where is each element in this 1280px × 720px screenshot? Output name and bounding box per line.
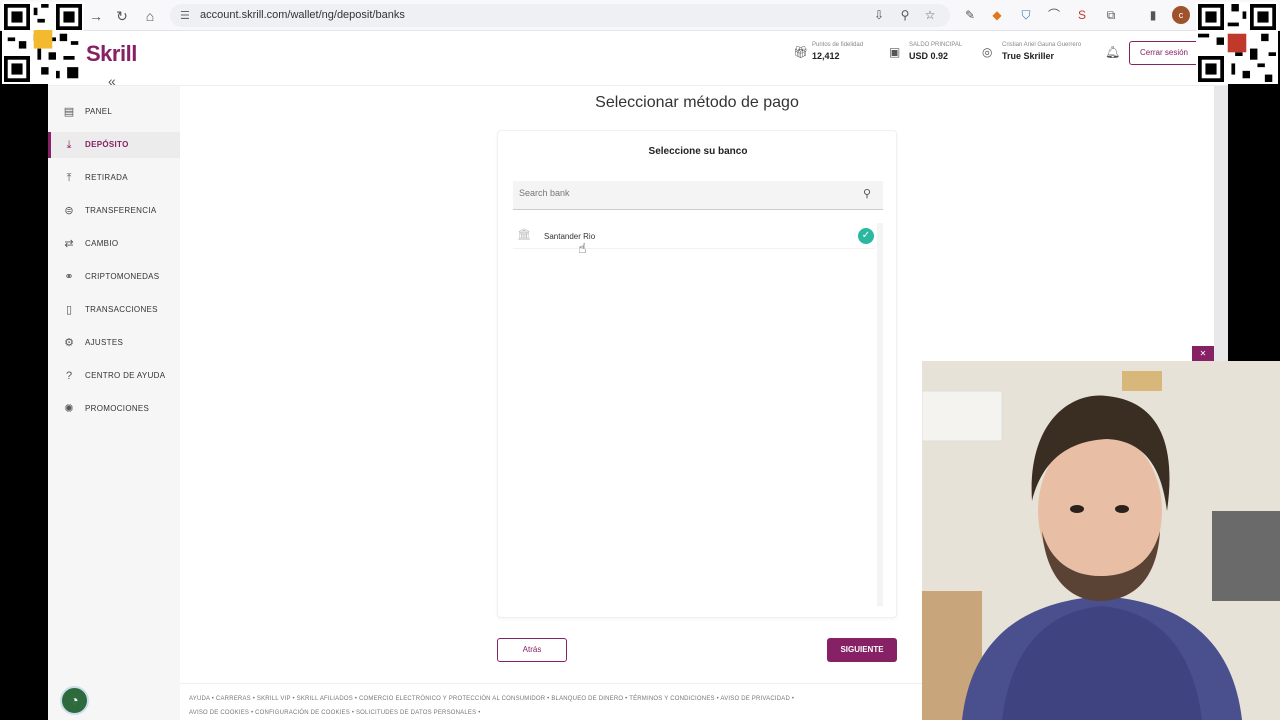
settings-icon: ⚙ bbox=[64, 337, 74, 349]
sidebar-item-label: CRIPTOMONEDAS bbox=[85, 272, 160, 281]
bookmark-star-icon[interactable]: ☆ bbox=[921, 6, 939, 24]
metamask-extension-icon[interactable]: ◆ bbox=[988, 6, 1006, 24]
sidebar-item-panel[interactable]: ▤ PANEL bbox=[48, 99, 180, 125]
balance-label: SALDO PRINCIPAL bbox=[909, 42, 963, 48]
main-balance[interactable]: SALDO PRINCIPAL USD 0.92 bbox=[909, 42, 962, 61]
panel-icon: ▤ bbox=[63, 106, 75, 118]
qr-code-right bbox=[1196, 2, 1278, 84]
pen-extension-icon[interactable]: ✎ bbox=[961, 6, 979, 24]
loyalty-points[interactable]: Puntos de fidelidad 12,412 bbox=[812, 42, 863, 61]
page-title: Seleccionar método de pago bbox=[595, 94, 799, 111]
crypto-icon: ⚭ bbox=[64, 271, 74, 283]
check-icon: ✓ bbox=[858, 228, 874, 244]
sidebar-item-crypto[interactable]: ⚭ CRIPTOMONEDAS bbox=[48, 264, 180, 290]
screen: → ↻ ⌂ ☰ account.skrill.com/wallet/ng/dep… bbox=[0, 0, 1280, 720]
footer-links-row[interactable]: AVISO DE COOKIES • CONFIGURACIÓN DE COOK… bbox=[189, 710, 481, 716]
qr-code-left bbox=[2, 2, 84, 84]
balance-value: USD 0.92 bbox=[909, 51, 949, 61]
sidebar-item-transactions[interactable]: ▯ TRANSACCIONES bbox=[48, 297, 180, 323]
video-border-left bbox=[0, 31, 48, 720]
bank-icon: 🏛︎ bbox=[517, 229, 531, 241]
home-icon[interactable]: ⌂ bbox=[140, 6, 160, 26]
sidebar-item-label: PANEL bbox=[85, 107, 113, 116]
user-menu[interactable]: Cristian Ariel Gauna Guerrero True Skril… bbox=[1002, 42, 1081, 61]
bank-list-item[interactable]: 🏛︎ Santander Rio ✓ bbox=[513, 223, 875, 249]
loyalty-label: Puntos de fidelidad bbox=[812, 42, 864, 48]
install-icon[interactable]: ⇩ bbox=[870, 6, 888, 24]
bell-icon[interactable]: 🔔︎ bbox=[1105, 45, 1120, 59]
skrill-logo[interactable]: Skrill bbox=[86, 41, 137, 67]
loyalty-value: 12,412 bbox=[812, 51, 840, 61]
arc-extension-icon[interactable]: ⌒ bbox=[1045, 6, 1063, 24]
page-scrollbar[interactable] bbox=[1214, 86, 1228, 361]
site-info-icon[interactable]: ☰ bbox=[180, 9, 190, 22]
chat-tab[interactable]: ✕ bbox=[1192, 346, 1214, 362]
qr-pattern-left bbox=[4, 4, 82, 82]
search-icon[interactable]: ⚲ bbox=[863, 187, 871, 200]
webcam-overlay bbox=[922, 361, 1280, 720]
sidebar-item-label: RETIRADA bbox=[85, 173, 128, 182]
back-button[interactable]: Atrás bbox=[497, 638, 567, 662]
sidebar: ▤ PANEL ⤓ DEPÓSITO ⤒ RETIRADA ⊜ TRANSFER… bbox=[48, 86, 180, 720]
sidebar-item-help[interactable]: ? CENTRO DE AYUDA bbox=[48, 363, 180, 389]
card-title: Seleccione su banco bbox=[648, 146, 748, 157]
exchange-icon: ⇄ bbox=[64, 238, 74, 250]
sidebar-item-label: DEPÓSITO bbox=[85, 140, 129, 149]
browser-toolbar: → ↻ ⌂ ☰ account.skrill.com/wallet/ng/dep… bbox=[0, 0, 1280, 31]
user-full-name: Cristian Ariel Gauna Guerrero bbox=[1002, 42, 1082, 48]
withdraw-icon: ⤒ bbox=[66, 172, 72, 184]
gift-icon: 🎁︎ bbox=[793, 45, 809, 59]
user-tier: True Skriller bbox=[1002, 51, 1055, 61]
bank-select-card: Seleccione su banco ⚲ 🏛︎ Santander Rio ✓ bbox=[497, 130, 897, 618]
forward-icon[interactable]: → bbox=[86, 6, 106, 26]
hand-cursor-icon: ☝ bbox=[578, 240, 587, 256]
footer-links-row[interactable]: AYUDA • CARRERAS • SKRILL VIP • SKRILL A… bbox=[189, 696, 794, 702]
s-extension-icon[interactable]: S bbox=[1073, 6, 1091, 24]
sidebar-item-transfer[interactable]: ⊜ TRANSFERENCIA bbox=[48, 198, 180, 224]
sidebar-item-label: CAMBIO bbox=[85, 239, 119, 248]
logout-button[interactable]: Cerrar sesión bbox=[1129, 41, 1199, 65]
sidebar-item-promotions[interactable]: ✺ PROMOCIONES bbox=[48, 396, 180, 422]
sidebar-item-label: AJUSTES bbox=[85, 338, 124, 347]
sidebar-toggle-icon[interactable]: ▮ bbox=[1144, 6, 1162, 24]
qr-pattern-right bbox=[1198, 4, 1276, 82]
sidebar-item-label: TRANSACCIONES bbox=[85, 305, 158, 314]
promotions-icon: ✺ bbox=[64, 403, 74, 415]
sidebar-item-settings[interactable]: ⚙ AJUSTES bbox=[48, 330, 180, 356]
transfer-icon: ⊜ bbox=[64, 205, 74, 217]
wallet-icon: ▣ bbox=[889, 45, 901, 59]
sidebar-item-exchange[interactable]: ⇄ CAMBIO bbox=[48, 231, 180, 257]
next-button[interactable]: SIGUIENTE bbox=[827, 638, 897, 662]
sidebar-item-withdraw[interactable]: ⤒ RETIRADA bbox=[48, 165, 180, 191]
transactions-icon: ▯ bbox=[65, 304, 73, 316]
user-icon: ◎ bbox=[982, 45, 993, 59]
webcam-person-image bbox=[922, 361, 1280, 720]
extensions-icon[interactable]: ⧉ bbox=[1102, 6, 1120, 24]
sidebar-item-deposit[interactable]: ⤓ DEPÓSITO bbox=[48, 132, 180, 158]
search-bank-box[interactable]: ⚲ bbox=[513, 181, 883, 210]
url-text: account.skrill.com/wallet/ng/deposit/ban… bbox=[200, 9, 405, 21]
zoom-icon[interactable]: ⚲ bbox=[896, 6, 914, 24]
list-scrollbar[interactable] bbox=[877, 223, 883, 606]
bank-name: Santander Rio bbox=[544, 232, 596, 241]
reload-icon[interactable]: ↻ bbox=[112, 6, 132, 26]
shield-extension-icon[interactable]: ⛉ bbox=[1017, 6, 1035, 24]
help-icon: ? bbox=[65, 370, 73, 382]
search-bank-input[interactable] bbox=[519, 188, 839, 198]
sidebar-item-label: PROMOCIONES bbox=[85, 404, 150, 413]
address-bar[interactable]: ☰ account.skrill.com/wallet/ng/deposit/b… bbox=[170, 4, 950, 27]
sidebar-item-label: TRANSFERENCIA bbox=[85, 206, 157, 215]
deposit-icon: ⤓ bbox=[66, 139, 72, 151]
bank-list: 🏛︎ Santander Rio ✓ bbox=[513, 223, 883, 606]
sidebar-item-label: CENTRO DE AYUDA bbox=[85, 371, 166, 380]
profile-avatar[interactable]: c bbox=[1172, 6, 1190, 24]
cookie-settings-button[interactable]: ◔ bbox=[60, 686, 89, 715]
